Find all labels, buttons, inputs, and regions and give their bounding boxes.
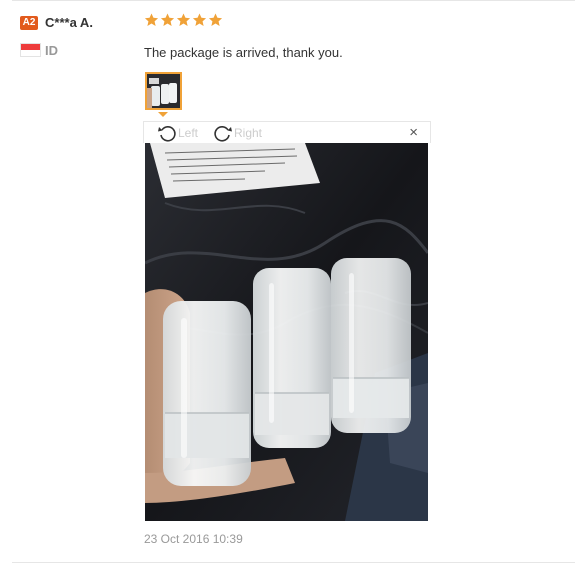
star-icon: [176, 13, 191, 26]
buyer-name: C***a A.: [45, 15, 93, 30]
star-rating: [144, 12, 224, 32]
buyer-country: ID: [45, 43, 58, 58]
close-viewer-button[interactable]: ×: [409, 125, 418, 141]
photo-thumbnail[interactable]: [145, 72, 182, 110]
flag-indonesia-icon: [20, 43, 41, 57]
buyer-level-badge: A2: [20, 16, 38, 30]
rotate-right-icon: [214, 126, 232, 142]
top-divider: [12, 0, 575, 1]
rotate-left-icon: [158, 126, 176, 142]
rotate-right-label: Right: [234, 126, 263, 140]
star-icon: [192, 13, 207, 26]
rotate-left-label: Left: [178, 126, 199, 140]
review-photo[interactable]: [145, 143, 428, 521]
image-viewer-toolbar: Left Right ×: [143, 121, 431, 143]
star-icon: [208, 13, 223, 26]
thumbnail-pointer: [158, 112, 168, 117]
review-text: The package is arrived, thank you.: [144, 45, 343, 60]
review-date: 23 Oct 2016 10:39: [144, 532, 243, 546]
bottom-divider: [12, 562, 575, 563]
rotate-right-button[interactable]: Right: [212, 123, 262, 143]
star-icon: [144, 13, 159, 26]
rotate-left-button[interactable]: Left: [156, 123, 198, 143]
star-icon: [160, 13, 175, 26]
